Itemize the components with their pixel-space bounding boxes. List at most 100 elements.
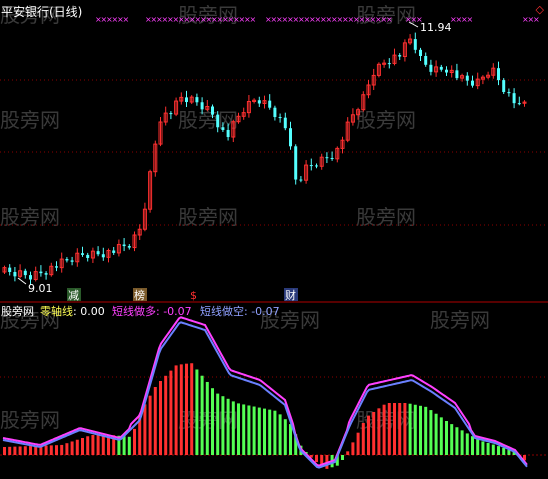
candle-body: [23, 270, 27, 276]
indicator-bar: [174, 365, 178, 455]
indicator-bar: [465, 433, 469, 455]
indicator-bar: [13, 446, 17, 455]
signal-x-marker: ×: [467, 15, 474, 24]
candle-body: [44, 273, 48, 275]
indicator-bar: [49, 445, 53, 455]
candle-body: [497, 68, 500, 81]
indicator-bar: [23, 446, 27, 455]
svg-text:股旁网: 股旁网: [0, 408, 60, 432]
zero-axis-legend: 零轴线: 0.00: [40, 303, 105, 319]
indicator-bar: [283, 419, 287, 455]
indicator-bar: [481, 441, 485, 455]
indicator-bar: [419, 405, 422, 455]
event-marker-reduce: 减: [68, 289, 79, 302]
candle-body: [398, 55, 402, 57]
candle-body: [55, 266, 58, 268]
low-price-label: 9.01: [28, 282, 53, 295]
candle-body: [330, 158, 334, 160]
indicator-bar: [247, 405, 251, 455]
indicator-bar: [257, 407, 261, 455]
svg-text:股旁网: 股旁网: [430, 308, 490, 332]
candle-body: [211, 106, 214, 115]
settings-diamond-icon[interactable]: ◇: [536, 3, 544, 16]
candle-body: [13, 271, 17, 277]
event-marker-dividend: $: [190, 289, 197, 302]
indicator-bar: [429, 410, 433, 455]
indicator-bar: [231, 401, 235, 455]
svg-text:股旁网: 股旁网: [356, 108, 416, 132]
candle-body: [257, 100, 261, 104]
indicator-bar: [445, 421, 448, 455]
indicator-bar: [377, 408, 381, 455]
candle-body: [502, 80, 506, 93]
indicator-bar: [278, 414, 282, 455]
indicator-bar: [315, 455, 318, 463]
signal-x-marker: ×: [250, 15, 257, 24]
indicator-bar: [497, 446, 500, 455]
chart-window: { "window_title": "平安银行(日线)", "top_right…: [0, 0, 548, 479]
candle-body: [122, 244, 126, 247]
indicator-bar: [148, 395, 152, 455]
candle-body: [517, 103, 521, 105]
indicator-bar: [65, 443, 69, 455]
candlestick-series: [2, 32, 527, 285]
indicator-bar: [502, 447, 506, 455]
indicator-bar: [237, 403, 240, 455]
indicator-watermark-prefix: 股旁网: [1, 305, 34, 318]
indicator-bar: [122, 436, 126, 455]
indicator-bar: [195, 369, 199, 455]
indicator-bar: [424, 406, 428, 455]
indicator-bar: [346, 451, 350, 455]
indicator-bar: [101, 435, 105, 455]
candle-body: [413, 39, 417, 50]
indicator-bar: [169, 370, 173, 455]
indicator-bar: [491, 444, 495, 455]
candle-body: [309, 165, 313, 167]
bear-line-legend: 短线做空: -0.07: [200, 303, 280, 319]
indicator-bar: [96, 435, 100, 455]
candle-body: [325, 157, 329, 159]
indicator-bar: [29, 446, 32, 455]
indicator-bar: [216, 393, 220, 455]
indicator-bar: [221, 396, 225, 455]
signal-x-markers: ×××××× ×××××××××××××××××××× ××××××××××××××…: [95, 15, 540, 24]
candle-body: [195, 97, 199, 103]
svg-text:股旁网: 股旁网: [356, 408, 416, 432]
indicator-bar: [289, 424, 292, 455]
candle-body: [283, 117, 287, 129]
signal-x-marker: ×: [533, 15, 540, 24]
indicator-bar: [263, 408, 266, 455]
indicator-bar: [153, 387, 157, 455]
indicator-bar: [382, 404, 386, 455]
candle-body: [465, 75, 469, 81]
zero-axis-value: : 0.00: [73, 305, 105, 318]
candle-body: [216, 114, 220, 128]
high-price-label: 11.94: [420, 21, 452, 34]
svg-text:股旁网: 股旁网: [0, 108, 60, 132]
candle-body: [268, 100, 272, 108]
candle-body: [278, 117, 282, 119]
indicator-bar: [439, 417, 443, 455]
indicator-bar: [81, 438, 84, 455]
candle-body: [226, 129, 230, 138]
bull-line-name: 短线做多: [112, 305, 156, 318]
window-title: 平安银行(日线): [1, 5, 83, 19]
indicator-bar: [398, 403, 402, 455]
candle-body: [29, 275, 32, 280]
candle-body: [429, 64, 433, 72]
indicator-bar: [486, 442, 490, 455]
event-marker-ranking: 榜: [134, 288, 145, 302]
candle-body: [86, 254, 90, 258]
indicator-bar: [450, 424, 454, 455]
indicator-bar: [86, 436, 90, 455]
indicator-bar: [185, 363, 188, 455]
indicator-bar: [268, 409, 272, 455]
bull-line-value: : -0.07: [156, 305, 192, 318]
candle-body: [387, 63, 391, 65]
indicator-bar: [211, 388, 214, 455]
candle-body: [289, 128, 292, 147]
indicator-bar: [372, 411, 376, 455]
candle-body: [299, 179, 303, 181]
indicator-bar: [434, 413, 438, 455]
indicator-bar: [8, 446, 12, 455]
